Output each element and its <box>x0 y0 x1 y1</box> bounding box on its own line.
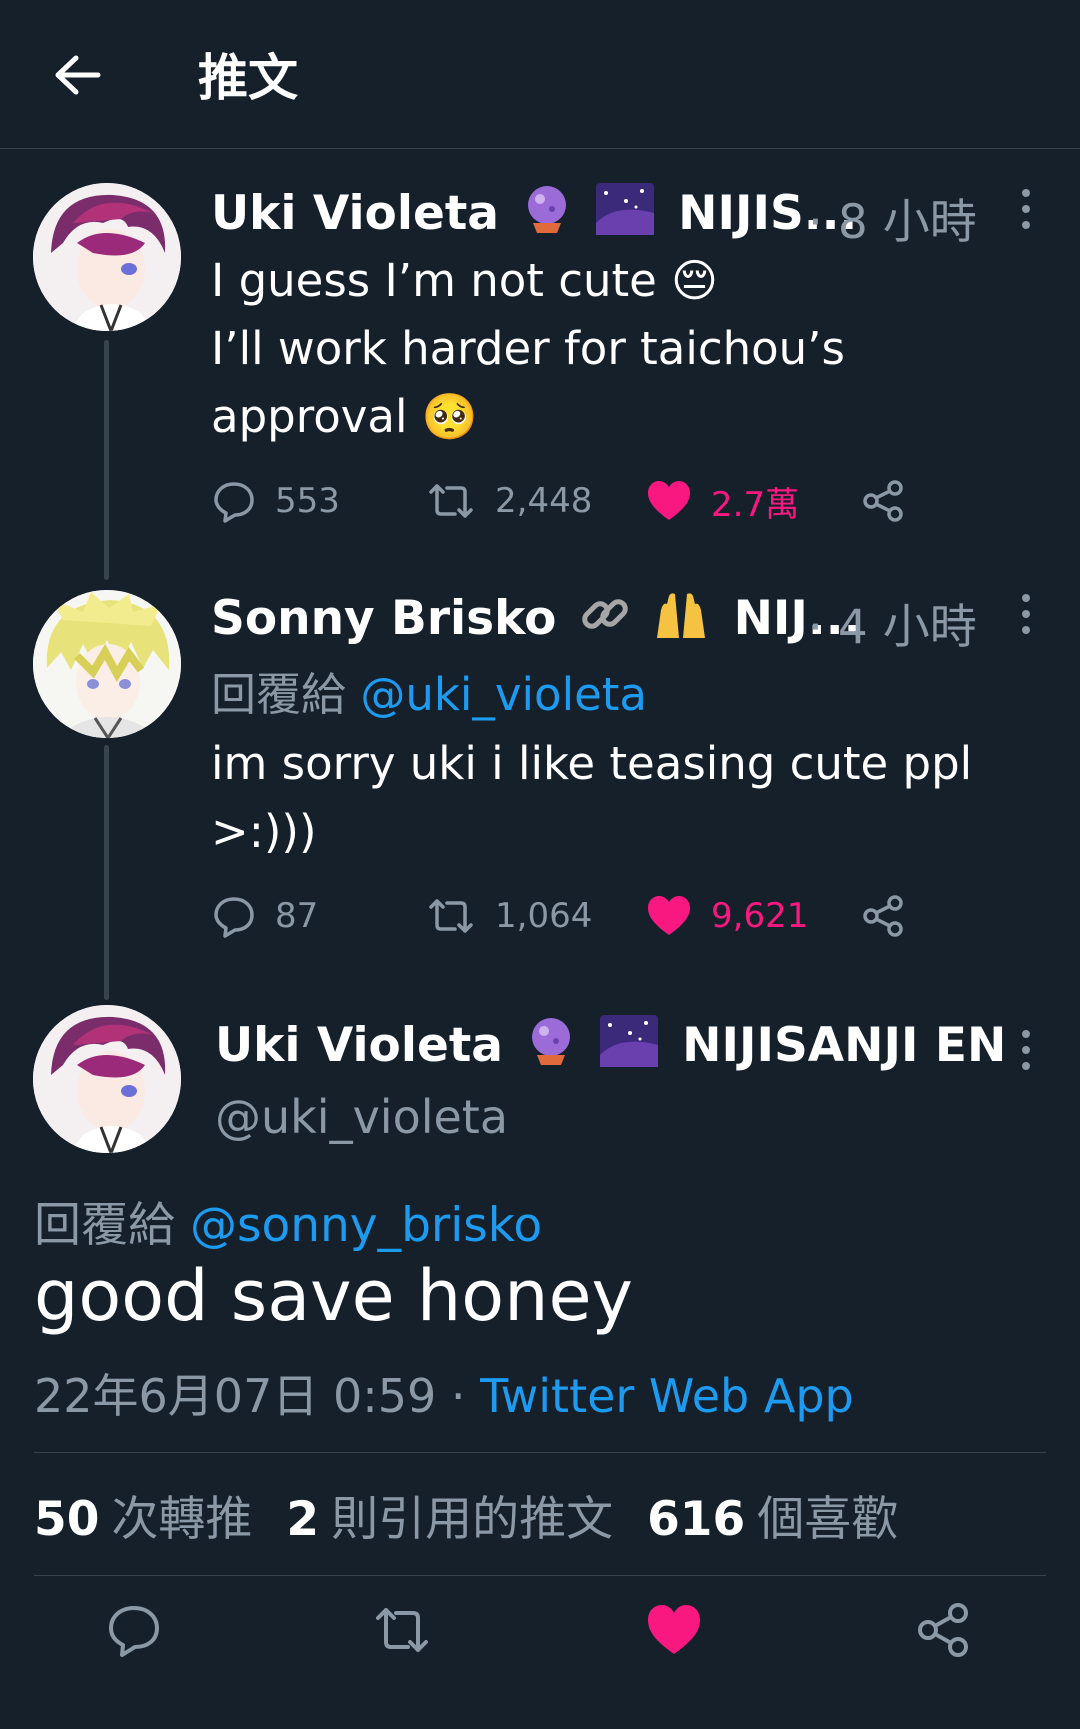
stat-number: 50 <box>34 1491 100 1547</box>
heart-filled-icon <box>648 481 690 520</box>
reply-to-line: 回覆給 @uki_violeta <box>211 658 647 723</box>
thread-line <box>104 340 109 580</box>
like-button[interactable]: 2.7萬 <box>645 471 799 531</box>
author-name-text: Uki Violeta <box>211 186 500 241</box>
more-options-icon[interactable] <box>1014 594 1038 636</box>
share-icon[interactable] <box>914 1600 974 1660</box>
reply-prefix: 回覆給 <box>211 668 347 721</box>
main-author-handle[interactable]: @uki_violeta <box>215 1090 508 1144</box>
milky-way-icon <box>595 183 654 247</box>
reply-mention-link[interactable]: @sonny_brisko <box>190 1198 542 1253</box>
reply-icon[interactable] <box>104 1600 164 1660</box>
tweet-line: I guess I’m not cute 😔 <box>211 254 719 307</box>
tweet-line: >:))) <box>211 805 317 858</box>
tweet-time: · 8 小時 <box>808 195 977 250</box>
tweet-text: I guess I’m not cute 😔 I’ll work harder … <box>211 247 845 451</box>
like-stat[interactable]: 616 個喜歡 <box>647 1480 898 1549</box>
stat-label: 則引用的推文 <box>331 1491 614 1547</box>
retweet-count: 2,448 <box>495 481 593 521</box>
reply-mention-link[interactable]: @uki_violeta <box>360 668 647 721</box>
like-icon[interactable] <box>644 1600 704 1660</box>
retweet-count: 1,064 <box>495 896 593 936</box>
reply-icon <box>214 482 254 523</box>
raising-hands-icon <box>653 588 709 652</box>
top-bar: 推文 <box>0 0 1080 149</box>
crystal-ball-icon <box>521 183 573 247</box>
share-button[interactable] <box>861 886 907 946</box>
meta-separator: · <box>450 1369 466 1423</box>
stat-number: 616 <box>647 1491 746 1547</box>
link-icon <box>579 588 631 652</box>
stat-label: 個喜歡 <box>757 1491 899 1547</box>
tweet-author-name[interactable]: Uki Violeta NIJIS... <box>211 183 857 247</box>
timestamp[interactable]: 22年6月07日 0:59 <box>34 1369 436 1423</box>
reply-count: 87 <box>275 896 319 936</box>
tweet-text: im sorry uki i like teasing cute ppl >:)… <box>211 730 972 866</box>
tweet-line: approval 🥺 <box>211 390 478 443</box>
avatar-uki-main[interactable] <box>33 1005 181 1153</box>
avatar-uki[interactable] <box>33 183 181 331</box>
page-title: 推文 <box>198 49 298 107</box>
crystal-ball-icon <box>525 1015 577 1079</box>
like-button[interactable]: 9,621 <box>645 886 808 946</box>
main-author-name[interactable]: Uki Violeta NIJISANJI EN <box>215 1015 1006 1079</box>
retweet-button[interactable]: 2,448 <box>425 471 592 531</box>
tweet-actions: 87 1,064 9,621 <box>211 886 1011 946</box>
reply-icon <box>214 897 254 938</box>
author-affiliation: NIJISANJI EN <box>682 1018 1007 1073</box>
tweet-line: I’ll work harder for taichou’s <box>211 322 845 375</box>
tweet-actions: 553 2,448 2.7萬 <box>211 471 1011 531</box>
avatar-illustration <box>33 183 181 331</box>
retweet-stat[interactable]: 50 次轉推 <box>34 1480 252 1549</box>
quote-stat[interactable]: 2 則引用的推文 <box>286 1480 613 1549</box>
avatar-sonny[interactable] <box>33 590 181 738</box>
stat-number: 2 <box>286 1491 320 1547</box>
source-link[interactable]: Twitter Web App <box>480 1369 854 1423</box>
more-options-icon[interactable] <box>1014 1030 1038 1072</box>
heart-filled-icon <box>648 896 690 935</box>
main-tweet-text: good save honey <box>34 1255 633 1337</box>
thread-line <box>104 745 109 1000</box>
main-tweet-meta: 22年6月07日 0:59 · Twitter Web App <box>34 1360 854 1426</box>
reply-count: 553 <box>275 481 340 521</box>
retweet-icon <box>429 484 473 518</box>
share-icon <box>863 480 903 522</box>
like-count: 2.7萬 <box>711 484 800 525</box>
like-count: 9,621 <box>711 896 809 936</box>
more-options-icon[interactable] <box>1014 189 1038 231</box>
reply-button[interactable]: 87 <box>211 886 318 946</box>
author-name-text: Sonny Brisko <box>211 591 557 646</box>
share-button[interactable] <box>861 471 907 531</box>
back-arrow-icon[interactable] <box>48 46 106 104</box>
author-name-text: Uki Violeta <box>215 1018 504 1073</box>
tweet-time: · 4 小時 <box>808 600 977 655</box>
retweet-icon[interactable] <box>372 1600 432 1660</box>
tweet-author-name[interactable]: Sonny Brisko NIJ... <box>211 588 861 652</box>
main-tweet-actions <box>0 1600 1080 1680</box>
avatar-illustration <box>33 1005 181 1153</box>
avatar-illustration <box>33 590 181 738</box>
stat-label: 次轉推 <box>111 1491 253 1547</box>
retweet-button[interactable]: 1,064 <box>425 886 592 946</box>
retweet-icon <box>429 899 473 933</box>
share-icon <box>863 895 903 937</box>
reply-to-line: 回覆給 @sonny_brisko <box>34 1186 542 1255</box>
tweet-stats: 50 次轉推 2 則引用的推文 616 個喜歡 <box>34 1452 1046 1576</box>
reply-prefix: 回覆給 <box>34 1198 175 1253</box>
reply-button[interactable]: 553 <box>211 471 340 531</box>
tweet-line: im sorry uki i like teasing cute ppl <box>211 737 973 790</box>
milky-way-icon <box>599 1015 658 1079</box>
